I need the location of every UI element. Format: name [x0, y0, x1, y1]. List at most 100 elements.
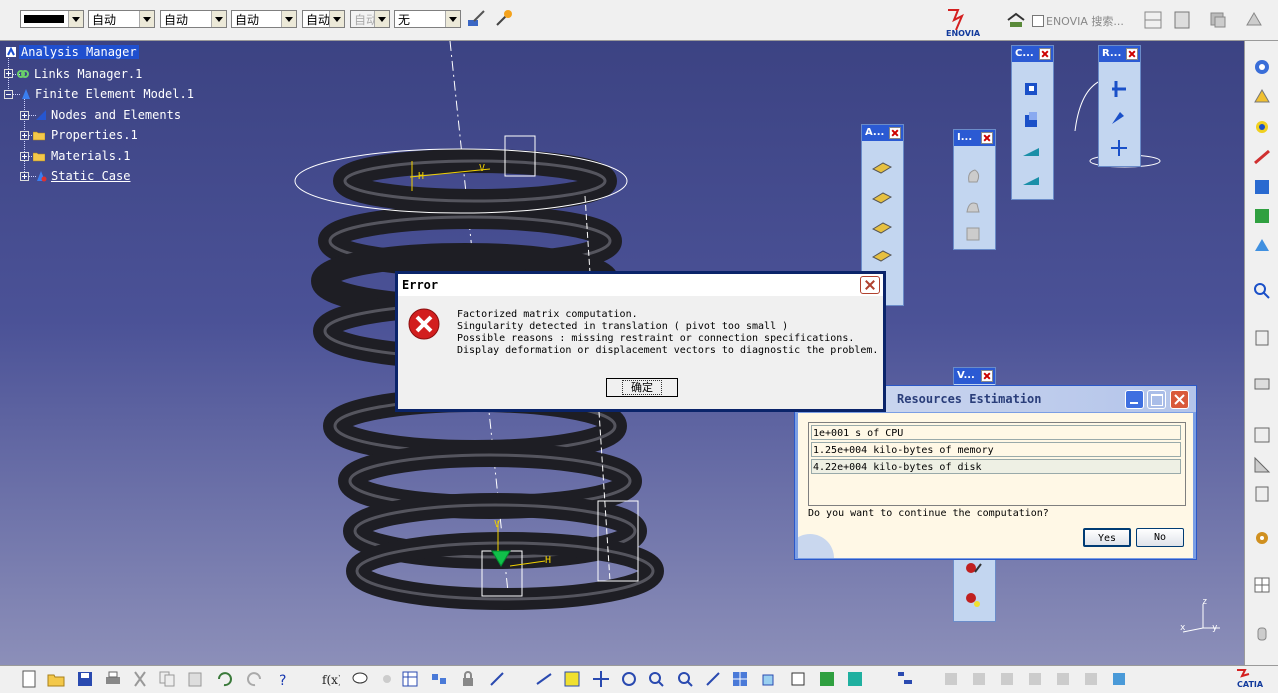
dialog-titlebar[interactable]: Error — [398, 274, 883, 296]
hand-icon[interactable] — [1252, 623, 1272, 643]
sketch-icon[interactable] — [1143, 10, 1163, 30]
floating-toolbar-c[interactable]: C... — [1011, 45, 1054, 200]
render-style-select[interactable]: 无 — [394, 10, 461, 28]
tree-icon[interactable] — [896, 670, 914, 688]
smooth-virtual-part-icon[interactable] — [1108, 108, 1130, 128]
distant-connection-icon[interactable] — [871, 217, 893, 237]
annotation-icon[interactable] — [1252, 425, 1272, 445]
rigid-virtual-part-icon[interactable] — [1108, 79, 1130, 99]
multi-view-icon[interactable] — [731, 670, 749, 688]
table-icon[interactable] — [1252, 575, 1272, 595]
enovia-search-checkbox[interactable] — [1032, 15, 1044, 27]
close-icon[interactable] — [981, 132, 993, 144]
document-icon[interactable] — [1172, 10, 1192, 30]
measure-between-icon[interactable] — [488, 670, 506, 688]
magic-wand-icon[interactable] — [494, 8, 514, 28]
analysis-connection-icon[interactable] — [871, 157, 893, 177]
clamp-icon[interactable] — [1021, 80, 1043, 100]
workbench-icon[interactable] — [1244, 10, 1264, 30]
close-icon[interactable] — [1039, 48, 1051, 60]
expand-icon[interactable] — [20, 172, 29, 181]
swap-visible-icon[interactable] — [846, 670, 864, 688]
results-icon[interactable] — [1252, 374, 1272, 394]
expand-icon[interactable] — [20, 152, 29, 161]
floating-toolbar-i[interactable]: I... — [953, 129, 996, 250]
cut-icon[interactable] — [131, 670, 149, 688]
catalog-icon[interactable] — [430, 670, 448, 688]
zoom-out-icon[interactable] — [676, 670, 694, 688]
knowledge-icon[interactable] — [378, 670, 396, 688]
hide-show-icon[interactable] — [818, 670, 836, 688]
tree-item-nodes-and-elements[interactable]: Nodes and Elements — [51, 108, 181, 122]
comment-icon[interactable] — [351, 670, 369, 688]
welding-connection-icon[interactable] — [871, 245, 893, 265]
image-stress-icon[interactable] — [963, 196, 985, 216]
property-icon[interactable] — [1252, 235, 1272, 255]
collapse-icon[interactable] — [4, 90, 13, 99]
copy-icon[interactable] — [158, 670, 176, 688]
expand-icon[interactable] — [4, 69, 13, 78]
image-deformation-icon[interactable] — [963, 166, 985, 186]
tree-item-analysis-manager[interactable]: Analysis Manager — [19, 45, 139, 59]
design-table-icon[interactable] — [401, 670, 419, 688]
gear-icon[interactable] — [1252, 528, 1272, 548]
search-icon[interactable] — [1252, 281, 1272, 301]
image-displacement-icon[interactable] — [963, 224, 985, 244]
color-select[interactable] — [20, 10, 84, 28]
cube-icon[interactable] — [1208, 10, 1228, 30]
rotate-icon[interactable] — [620, 670, 638, 688]
close-icon[interactable] — [1126, 48, 1138, 60]
pan-icon[interactable] — [592, 670, 610, 688]
restraint-icon[interactable] — [1021, 110, 1043, 130]
material-icon[interactable] — [1252, 206, 1272, 226]
close-icon[interactable] — [981, 370, 993, 382]
tree-item-materials[interactable]: Materials.1 — [51, 149, 130, 163]
formula-icon[interactable]: f(x) — [322, 670, 340, 688]
virtual-part-icon[interactable] — [963, 558, 985, 578]
text-icon[interactable] — [1252, 484, 1272, 504]
tree-item-links-manager[interactable]: Links Manager.1 — [34, 67, 142, 81]
ok-button[interactable]: 确定 — [606, 378, 678, 397]
open-folder-icon[interactable] — [47, 670, 65, 688]
load-icon[interactable] — [1252, 117, 1272, 137]
analysis-tool-icon[interactable] — [1110, 670, 1128, 688]
close-icon[interactable] — [889, 127, 901, 139]
floating-toolbar-r[interactable]: R... — [1098, 45, 1141, 167]
expand-icon[interactable] — [20, 111, 29, 120]
fit-all-icon[interactable] — [563, 670, 581, 688]
layer-select[interactable]: 自动 — [302, 10, 345, 28]
help-icon[interactable]: ? — [276, 670, 294, 688]
virtual-spring-icon[interactable] — [963, 590, 985, 610]
face-face-connection-icon[interactable] — [871, 187, 893, 207]
new-file-icon[interactable] — [20, 670, 38, 688]
pressure-icon[interactable] — [1252, 147, 1272, 167]
surface-slider-icon[interactable] — [1021, 171, 1043, 191]
thickness-select[interactable]: 自动 — [160, 10, 227, 28]
undo-icon[interactable] — [215, 670, 233, 688]
report-icon[interactable] — [1252, 328, 1272, 348]
close-button[interactable] — [1170, 390, 1189, 409]
normal-view-icon[interactable] — [704, 670, 722, 688]
shading-icon[interactable] — [789, 670, 807, 688]
contact-virtual-part-icon[interactable] — [1108, 138, 1130, 158]
slider-icon[interactable] — [1021, 142, 1043, 162]
minimize-button[interactable] — [1125, 390, 1144, 409]
yes-button[interactable]: Yes — [1083, 528, 1131, 547]
sensor-icon[interactable] — [1252, 177, 1272, 197]
search-plm-icon[interactable] — [1006, 10, 1026, 30]
paste-icon[interactable] — [186, 670, 204, 688]
tree-item-static-case[interactable]: Static Case — [51, 169, 130, 183]
tree-item-properties[interactable]: Properties.1 — [51, 128, 138, 142]
linetype-select[interactable]: 自动 — [88, 10, 155, 28]
iso-view-icon[interactable] — [760, 670, 778, 688]
measure-icon[interactable] — [1252, 455, 1272, 475]
painter-icon[interactable] — [466, 9, 486, 29]
lock-icon[interactable] — [459, 670, 477, 688]
tree-item-finite-element-model[interactable]: Finite Element Model.1 — [35, 87, 194, 101]
no-button[interactable]: No — [1136, 528, 1184, 547]
fly-mode-icon[interactable] — [535, 670, 553, 688]
close-button[interactable] — [860, 276, 880, 294]
save-icon[interactable] — [76, 670, 94, 688]
mesh-icon[interactable] — [1252, 86, 1272, 106]
point-type-select[interactable]: 自动 — [231, 10, 297, 28]
